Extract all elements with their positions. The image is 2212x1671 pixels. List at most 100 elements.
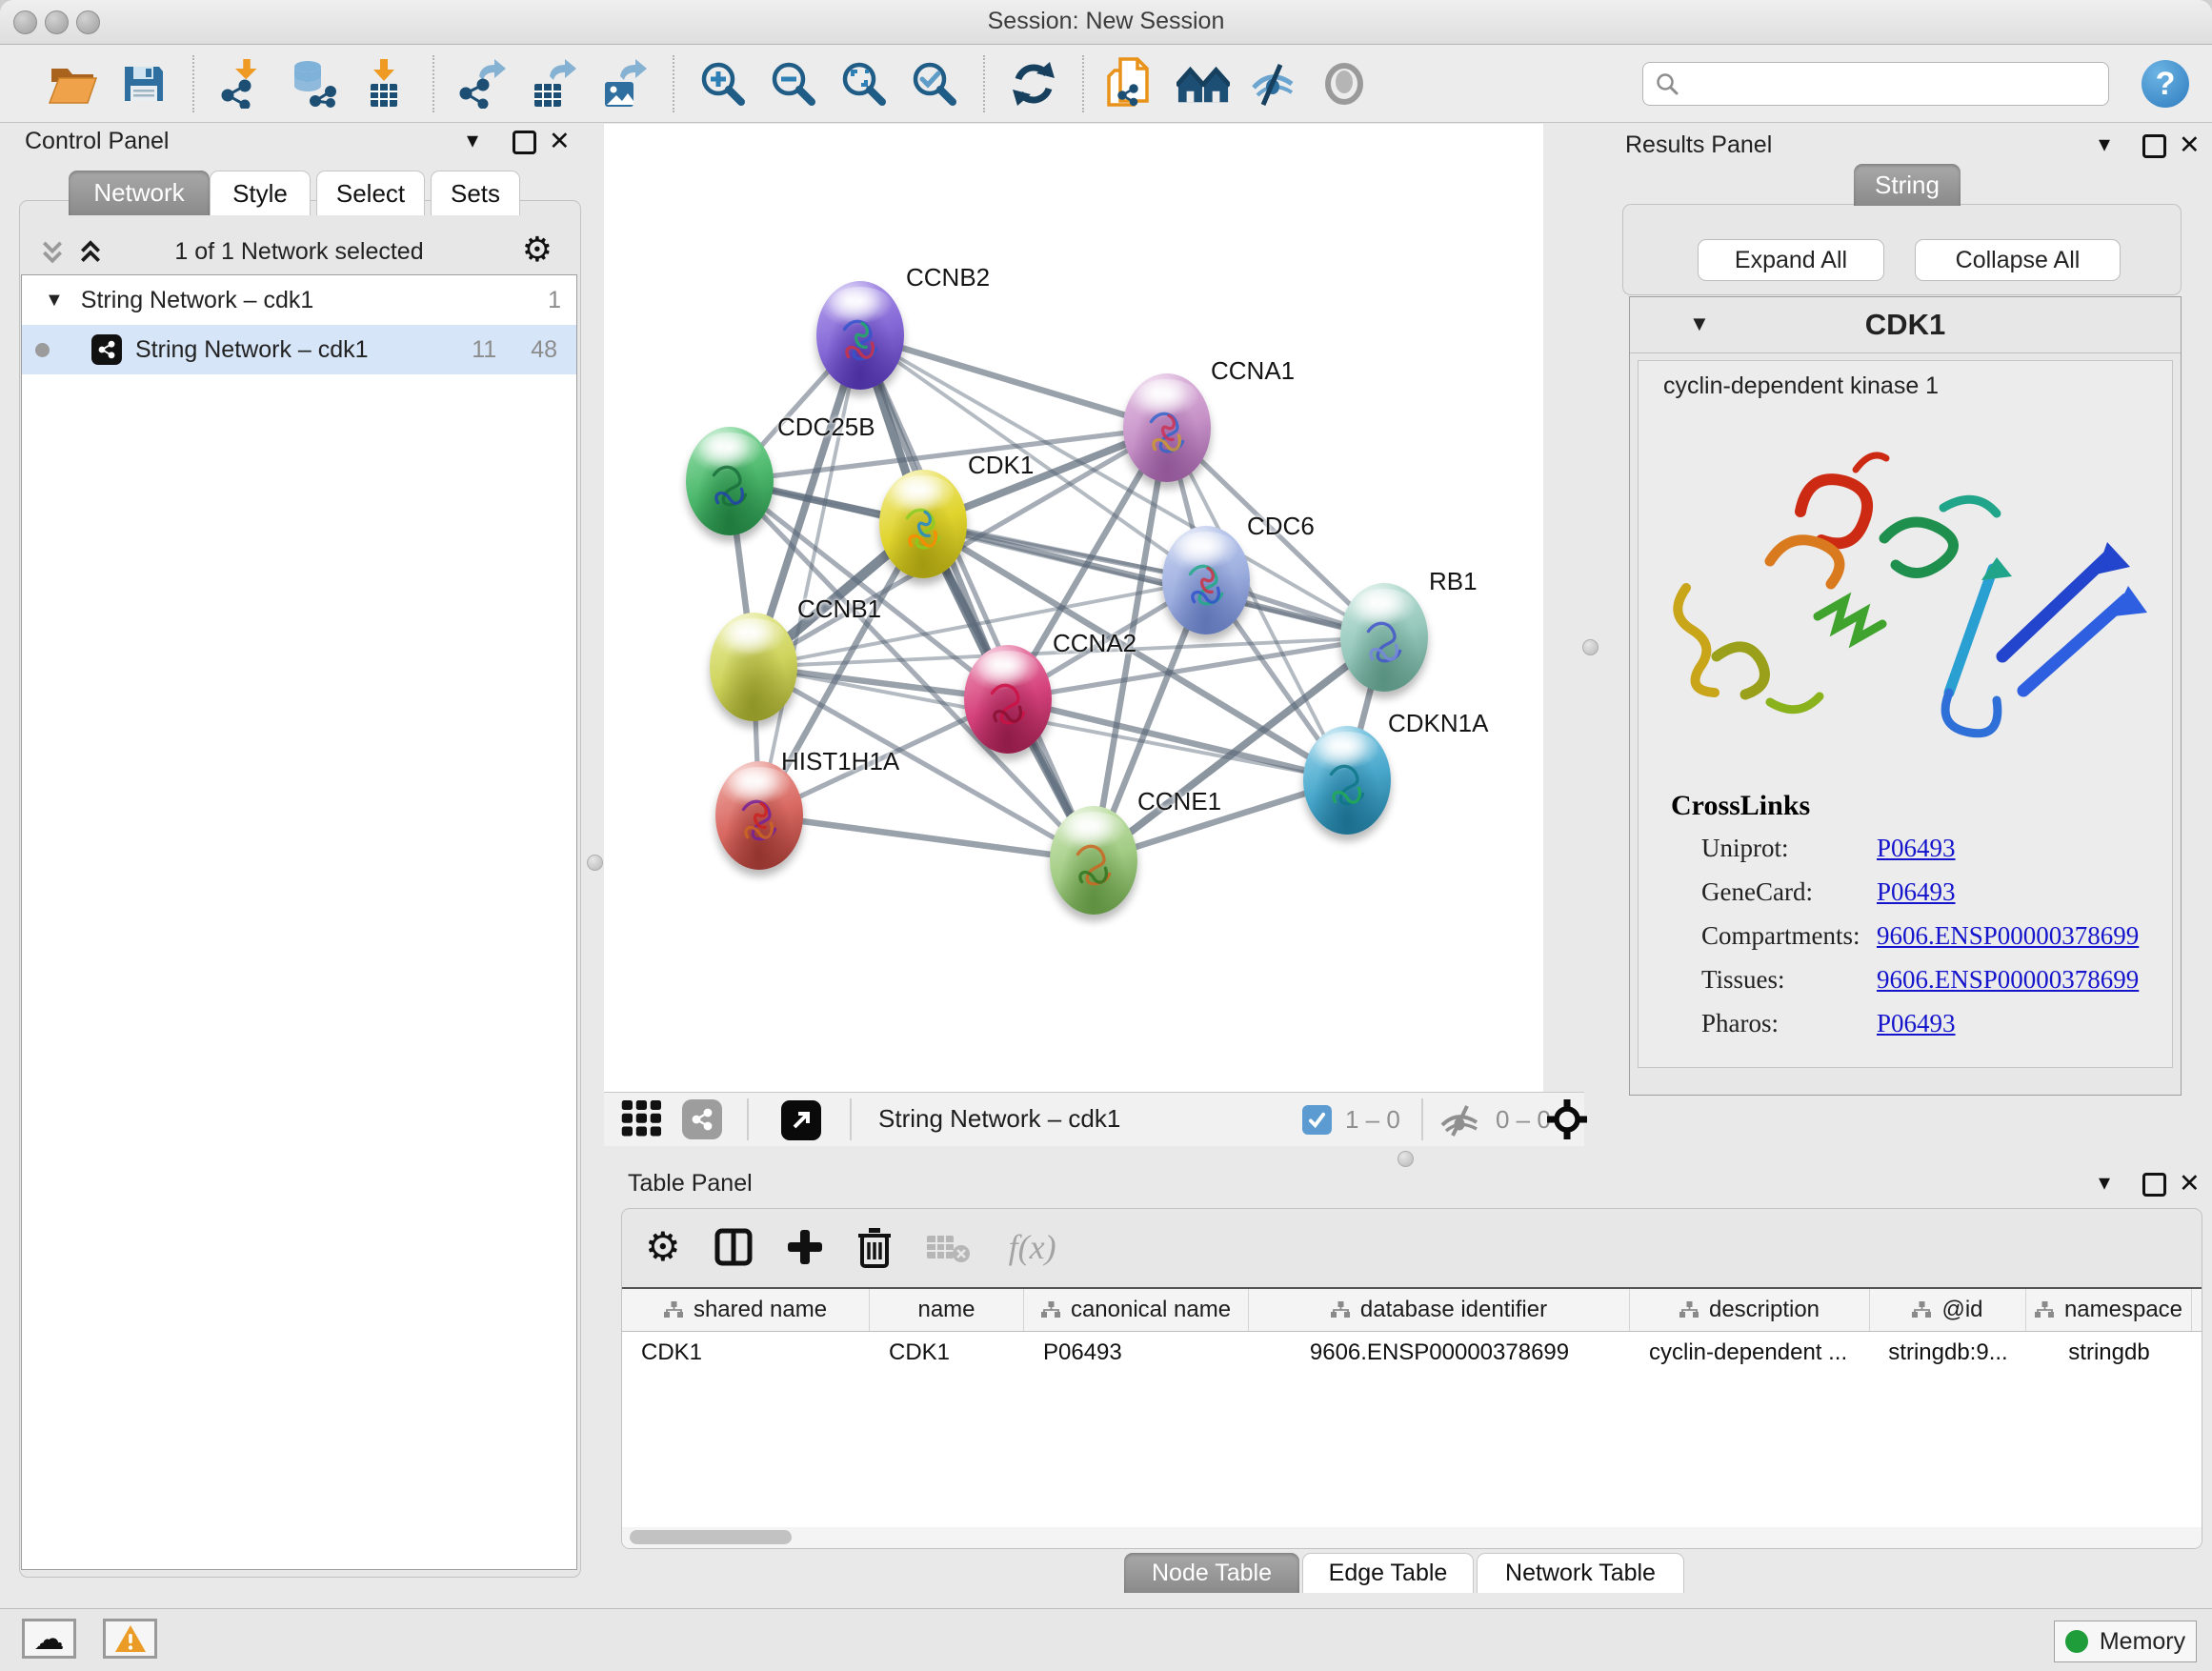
cell-shared-name[interactable]: CDK1 [622,1332,870,1374]
network-node-hist1h1a[interactable] [715,761,803,870]
network-node-rb1[interactable] [1340,583,1428,692]
cell-name[interactable]: CDK1 [870,1332,1024,1374]
column-header-database-identifier[interactable]: database identifier [1249,1289,1630,1331]
table-row[interactable]: CDK1CDK1P064939606.ENSP00000378699cyclin… [622,1332,2202,1374]
show-columns-icon[interactable] [714,1227,754,1267]
network-canvas[interactable]: CCNB2CCNA1CDC25BCDK1CDC6RB1CCNB1CCNA2CDK… [604,124,1543,1092]
hide-labels-button[interactable] [1247,57,1300,111]
network-node-ccna1[interactable] [1123,373,1211,482]
disclosure-triangle-icon[interactable]: ▼ [45,291,64,310]
network-node-cdk1[interactable] [879,470,967,578]
cloud-status-button[interactable]: ☁ [22,1619,76,1659]
table-hscrollbar-thumb[interactable] [630,1530,792,1544]
import-database-icon [287,59,340,109]
network-collection-row[interactable]: ▼ String Network – cdk1 1 [22,275,576,325]
tab-node-table[interactable]: Node Table [1124,1553,1299,1593]
network-row-selected[interactable]: String Network – cdk1 11 48 [22,325,576,374]
import-network-file-button[interactable] [216,57,270,111]
main-toolbar: ? [0,45,2212,123]
network-node-ccne1[interactable] [1050,806,1137,915]
results-panel-float-button[interactable] [2142,134,2166,158]
protein-structure-thumbnail [702,452,757,518]
add-column-icon[interactable] [786,1228,824,1266]
column-header-namespace[interactable]: namespace [2026,1289,2192,1331]
column-header-description[interactable]: description [1630,1289,1870,1331]
delete-column-icon[interactable] [856,1226,893,1268]
zoom-in-button[interactable] [696,57,750,111]
table-panel-collapse-button[interactable]: ▾ [2099,1172,2110,1195]
column-header-name[interactable]: name [870,1289,1024,1331]
search-input[interactable] [1687,70,2097,98]
string-panel-toggle[interactable] [682,1099,722,1139]
open-view-button[interactable] [781,1100,821,1140]
string-home-button[interactable] [1176,57,1230,111]
export-network-button[interactable] [456,57,510,111]
node-label-cdk1: CDK1 [968,451,1034,480]
control-panel-collapse-button[interactable]: ▾ [467,130,478,152]
results-panel: Results Panel ▾ ✕ Expand All Collapse Al… [1584,124,2212,1115]
string-import-button[interactable] [1106,57,1159,111]
selected-checkbox[interactable] [1302,1105,1332,1135]
import-table-file-button[interactable] [357,57,411,111]
column-header-canonical-name[interactable]: canonical name [1024,1289,1249,1331]
control-panel-float-button[interactable] [513,131,536,154]
zoom-out-button[interactable] [767,57,820,111]
tab-edge-table[interactable]: Edge Table [1302,1553,1474,1593]
birds-eye-grid-icon[interactable] [621,1100,663,1138]
column-header-shared-name[interactable]: shared name [622,1289,870,1331]
memory-button[interactable]: Memory [2054,1621,2197,1662]
column-header--id[interactable]: @id [1870,1289,2026,1331]
network-node-cdc6[interactable] [1162,526,1250,634]
gene-section-header[interactable]: ▼ CDK1 [1630,297,2181,353]
tab-network[interactable]: Network [69,171,210,215]
refresh-view-button[interactable] [1007,57,1060,111]
network-node-ccnb2[interactable] [816,281,904,390]
tab-sets[interactable]: Sets [431,171,520,215]
share-icon [691,1108,714,1131]
zoom-fit-button[interactable] [837,57,891,111]
help-button[interactable]: ? [2142,60,2189,108]
tab-style[interactable]: Style [210,171,311,215]
cell-namespace[interactable]: stringdb [2026,1332,2192,1374]
control-panel-close-button[interactable]: ✕ [549,129,571,154]
table-options-gear-icon[interactable]: ⚙ [645,1227,681,1267]
table-hscrollbar-track[interactable] [622,1527,2202,1548]
cell-canonical-name[interactable]: P06493 [1024,1332,1249,1374]
tab-network-table[interactable]: Network Table [1477,1553,1684,1593]
crosslink-pharos[interactable]: P06493 [1877,1009,1956,1038]
table-panel-float-button[interactable] [2142,1173,2166,1197]
export-table-button[interactable] [527,57,580,111]
import-network-database-button[interactable] [287,57,340,111]
toolbar-separator [192,55,194,112]
save-session-button[interactable] [117,57,171,111]
table-panel-close-button[interactable]: ✕ [2179,1171,2201,1197]
crosslink-genecard[interactable]: P06493 [1877,877,1956,907]
collapse-all-button[interactable]: Collapse All [1915,239,2121,281]
crosslink-uniprot[interactable]: P06493 [1877,834,1956,863]
open-session-button[interactable] [47,57,100,111]
left-splitter-handle[interactable] [587,855,603,871]
cell-description[interactable]: cyclin-dependent ... [1630,1332,1870,1374]
tab-select[interactable]: Select [316,171,425,215]
table-toolbar: ⚙ [622,1209,2202,1285]
network-node-cdc25b[interactable] [686,427,774,535]
tab-string[interactable]: String [1854,164,1961,206]
network-node-cdkn1a[interactable] [1303,726,1391,835]
cell--id[interactable]: stringdb:9... [1870,1332,2026,1374]
column-tree-icon [1679,1301,1699,1319]
results-panel-collapse-button[interactable]: ▾ [2099,133,2110,156]
crosslink-compartments[interactable]: 9606.ENSP00000378699 [1877,921,2139,951]
results-panel-close-button[interactable]: ✕ [2179,132,2201,158]
show-all-button[interactable] [1317,57,1371,111]
network-node-ccnb1[interactable] [710,613,797,721]
network-options-gear-icon[interactable]: ⚙ [522,232,553,267]
crosslink-tissues[interactable]: 9606.ENSP00000378699 [1877,965,2139,995]
expand-all-button[interactable]: Expand All [1698,239,1884,281]
warnings-button[interactable] [103,1619,157,1659]
zoom-selected-button[interactable] [908,57,961,111]
cell-database-identifier[interactable]: 9606.ENSP00000378699 [1249,1332,1630,1374]
toolbar-separator [673,55,674,112]
export-image-button[interactable] [597,57,651,111]
network-node-ccna2[interactable] [964,645,1052,754]
fit-selected-crosshair-icon[interactable] [1547,1099,1587,1139]
